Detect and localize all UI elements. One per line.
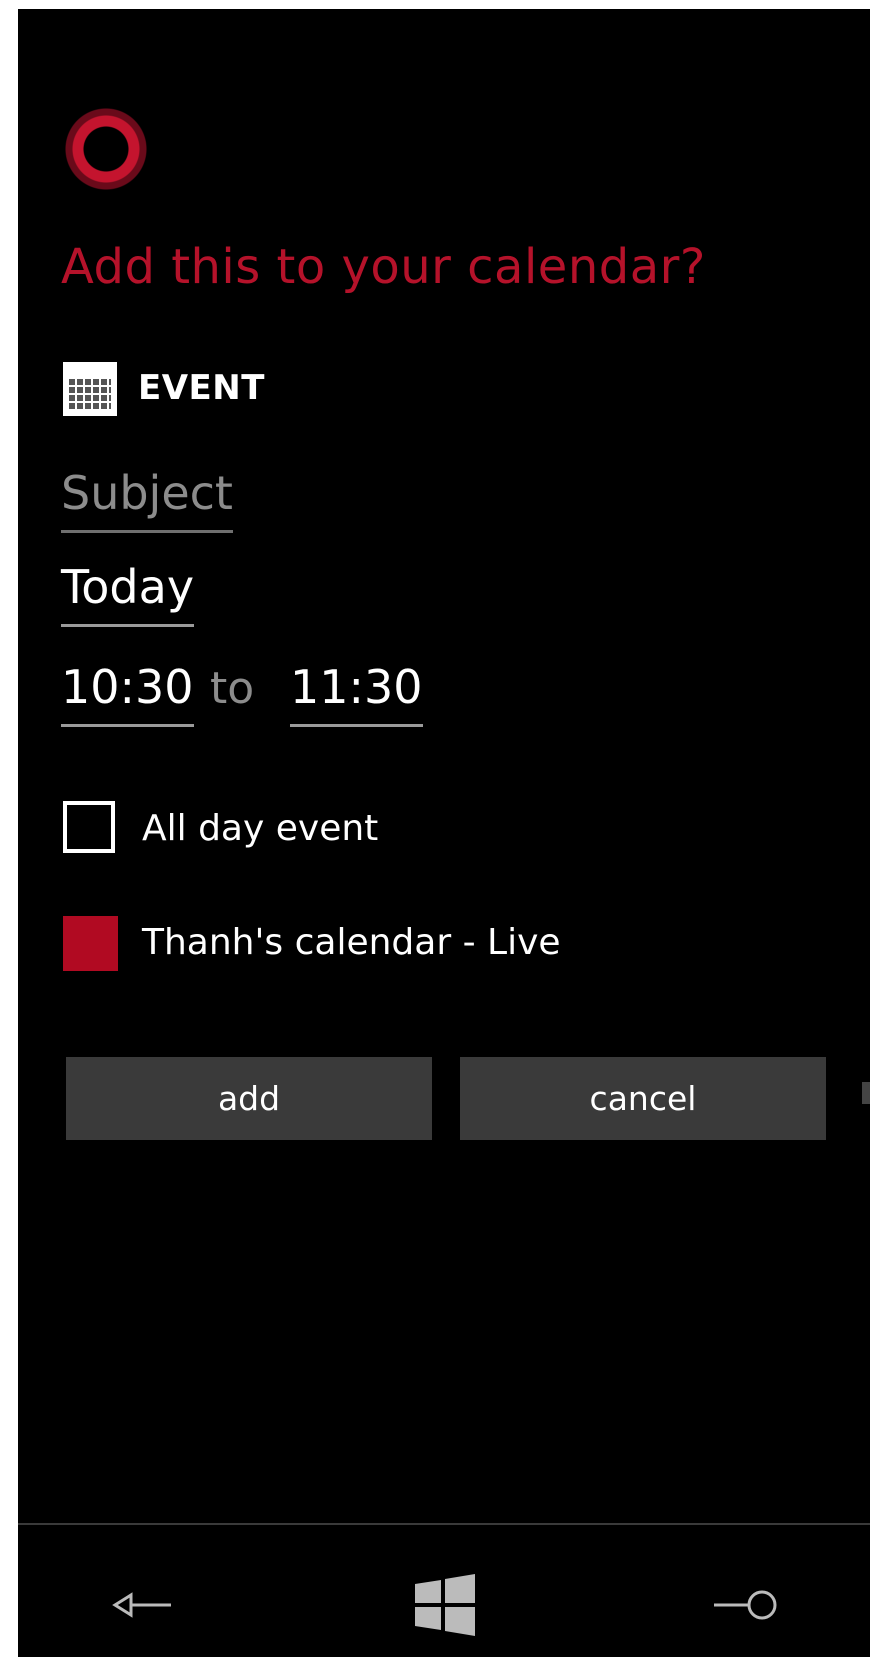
offscreen-button-edge: [862, 1082, 870, 1104]
start-button[interactable]: [405, 1570, 485, 1640]
back-arrow-icon: [112, 1592, 171, 1618]
search-icon: [714, 1590, 777, 1620]
event-type-label: EVENT: [138, 368, 265, 408]
back-button[interactable]: [102, 1570, 182, 1640]
calendar-selector-label[interactable]: Thanh's calendar - Live: [142, 922, 561, 963]
all-day-checkbox[interactable]: [63, 801, 115, 853]
add-button[interactable]: add: [66, 1057, 432, 1140]
end-time-field[interactable]: 11:30: [290, 660, 423, 727]
top-frame-edge: [0, 0, 870, 9]
cortana-logo-icon: [60, 103, 152, 195]
date-field[interactable]: Today: [61, 560, 195, 627]
calendar-icon: [63, 362, 117, 416]
start-time-field[interactable]: 10:30: [61, 660, 194, 727]
calendar-color-swatch[interactable]: [63, 916, 118, 971]
time-separator-label: to: [210, 663, 255, 714]
dialog-title: Add this to your calendar?: [61, 239, 706, 295]
cortana-screen: [18, 9, 870, 1525]
left-frame-edge: [0, 0, 18, 1657]
all-day-label[interactable]: All day event: [142, 808, 378, 849]
windows-logo-icon: [415, 1574, 475, 1636]
subject-field[interactable]: Subject: [61, 466, 233, 533]
search-button[interactable]: [710, 1570, 790, 1640]
cancel-button[interactable]: cancel: [460, 1057, 826, 1140]
